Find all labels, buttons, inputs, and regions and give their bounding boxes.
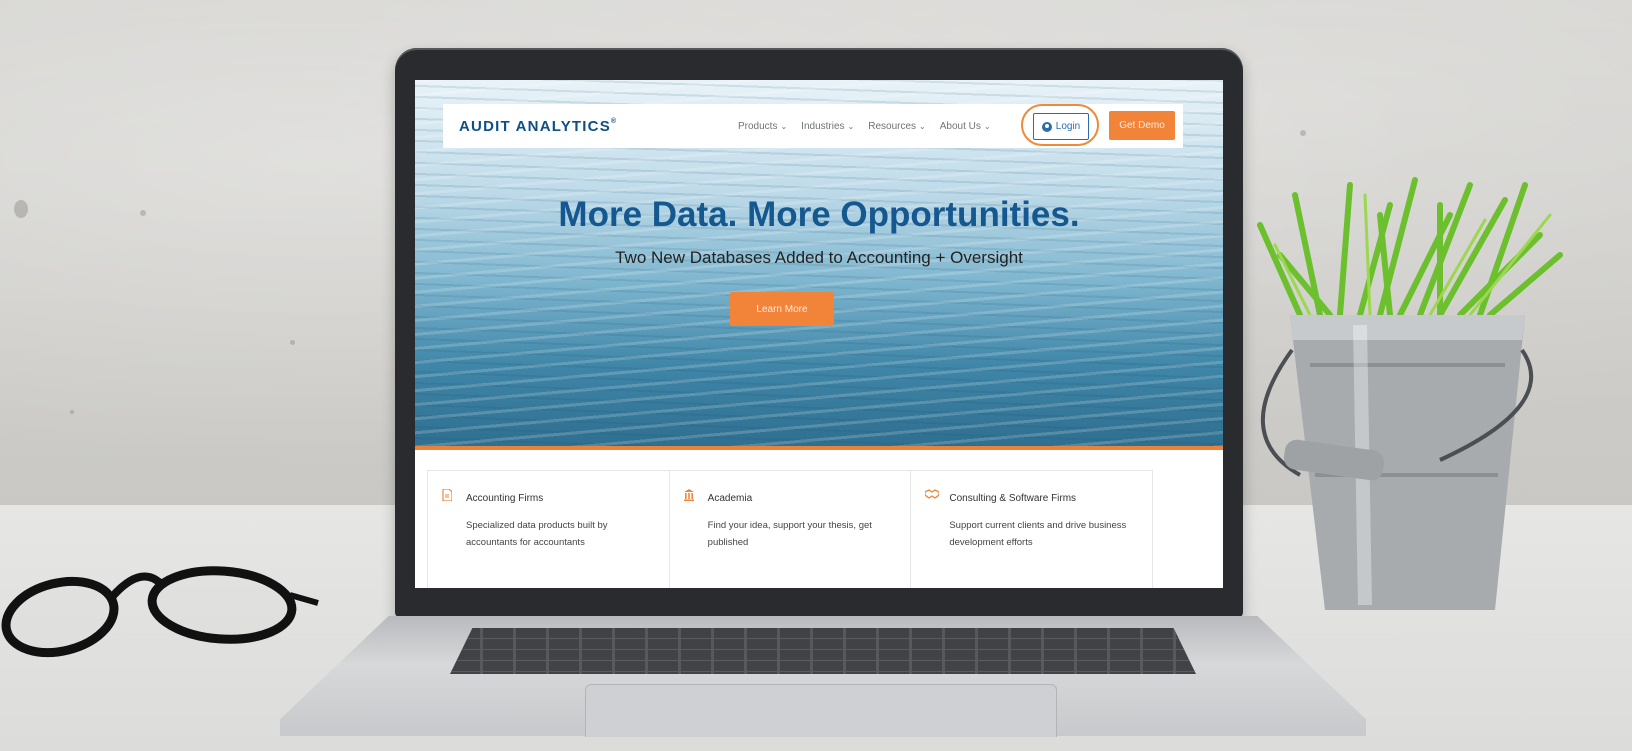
site-navbar: AUDIT ANALYTICS® Products ⌄ Industries ⌄ R… (443, 104, 1183, 148)
card-description: Find your idea, support your thesis, get… (707, 520, 872, 548)
card-title: Accounting Firms (466, 493, 544, 504)
card-academia[interactable]: Academia Find your idea, support your th… (670, 471, 912, 588)
nav-item-about-us[interactable]: About Us ⌄ (940, 121, 991, 132)
wall-spot (290, 340, 295, 345)
chevron-down-icon: ⌄ (919, 122, 926, 131)
wall-spot (140, 210, 146, 216)
nav-item-label: Products (738, 121, 778, 132)
document-icon (442, 489, 452, 501)
site-logo[interactable]: AUDIT ANALYTICS® (459, 118, 617, 135)
laptop-trackpad (585, 684, 1057, 737)
nav-item-label: Resources (868, 121, 917, 132)
wall-spot (70, 410, 74, 414)
handshake-icon (925, 489, 940, 499)
keyboard-rows (450, 628, 1196, 674)
login-label: Login (1055, 121, 1081, 132)
hero-orange-divider (415, 446, 1223, 450)
laptop-screen: AUDIT ANALYTICS® Products ⌄ Industries ⌄ R… (415, 80, 1223, 588)
card-accounting-firms[interactable]: Accounting Firms Specialized data produc… (428, 471, 670, 588)
wall-spot (1300, 130, 1306, 136)
logo-text: AUDIT ANALYTICS (459, 118, 611, 135)
logo-registered-mark: ® (610, 118, 618, 125)
login-button[interactable]: Login (1033, 113, 1089, 140)
nav-item-products[interactable]: Products ⌄ (738, 121, 787, 132)
card-title: Academia (707, 493, 753, 504)
nav-item-label: Industries (801, 121, 845, 132)
card-title: Consulting & Software Firms (949, 493, 1077, 504)
chevron-down-icon: ⌄ (983, 122, 991, 131)
chevron-down-icon: ⌄ (780, 122, 788, 131)
wall-spot (14, 200, 28, 218)
card-description: Support current clients and drive busine… (949, 520, 1127, 548)
eyeglasses (1, 566, 319, 658)
nav-item-label: About Us (939, 121, 981, 132)
card-consulting-software[interactable]: Consulting & Software Firms Support curr… (911, 471, 1152, 588)
hero-subtitle: Two New Databases Added to Accounting + … (615, 248, 1023, 267)
nav-item-industries[interactable]: Industries ⌄ (801, 121, 854, 132)
chevron-down-icon: ⌄ (847, 122, 855, 131)
user-icon (1041, 121, 1052, 132)
card-description: Specialized data products built by accou… (466, 520, 608, 548)
nav-item-resources[interactable]: Resources ⌄ (868, 121, 926, 132)
learn-more-button[interactable]: Learn More (730, 292, 834, 326)
hero-title: More Data. More Opportunities. (558, 195, 1080, 234)
audience-cards: Accounting Firms Specialized data produc… (427, 470, 1153, 588)
building-icon (683, 489, 694, 501)
get-demo-button[interactable]: Get Demo (1109, 111, 1175, 140)
nav-links: Products ⌄ Industries ⌄ Resources ⌄ About U… (738, 121, 991, 132)
potted-grass-bucket (1257, 177, 1563, 610)
